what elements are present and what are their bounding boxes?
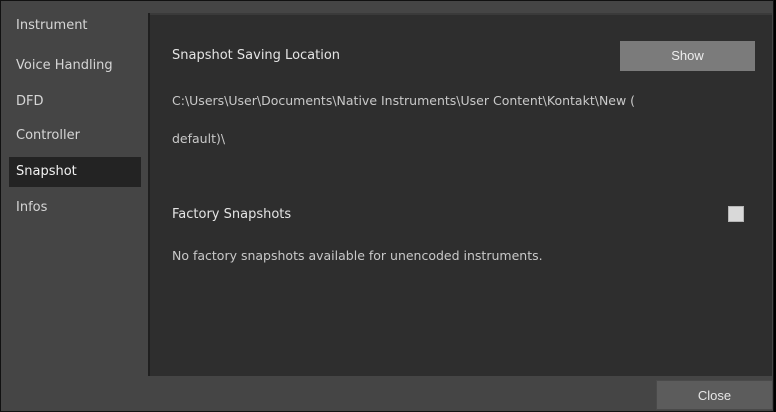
snapshot-settings-panel: Snapshot Saving Location Show C:\Users\U… bbox=[148, 13, 772, 376]
factory-snapshots-label: Factory Snapshots bbox=[172, 207, 292, 222]
sidebar-item-controller[interactable]: Controller bbox=[9, 121, 141, 151]
sidebar-item-dfd[interactable]: DFD bbox=[9, 87, 141, 117]
sidebar: Instrument Voice Handling DFD Controller… bbox=[9, 11, 147, 371]
factory-snapshots-note: No factory snapshots available for unenc… bbox=[172, 248, 543, 263]
show-button[interactable]: Show bbox=[620, 41, 755, 71]
factory-snapshots-checkbox[interactable] bbox=[728, 206, 744, 222]
sidebar-item-instrument[interactable]: Instrument bbox=[9, 11, 141, 41]
panel-edge bbox=[148, 13, 150, 376]
options-dialog: Instrument Voice Handling DFD Controller… bbox=[0, 0, 774, 412]
snapshot-path-line-2: default)\ bbox=[172, 131, 226, 146]
close-button[interactable]: Close bbox=[656, 380, 773, 410]
snapshot-path-line-1: C:\Users\User\Documents\Native Instrumen… bbox=[172, 93, 636, 108]
snapshot-saving-location-label: Snapshot Saving Location bbox=[172, 48, 341, 63]
sidebar-item-voice-handling[interactable]: Voice Handling bbox=[9, 51, 141, 81]
sidebar-item-infos[interactable]: Infos bbox=[9, 193, 141, 223]
sidebar-item-snapshot[interactable]: Snapshot bbox=[9, 157, 141, 187]
